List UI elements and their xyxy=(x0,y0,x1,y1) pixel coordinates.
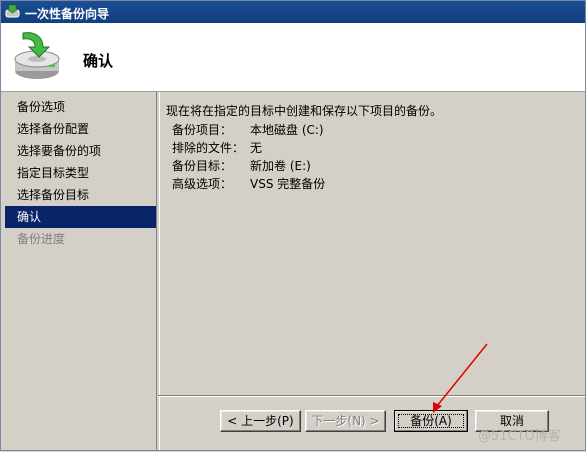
nav-step-progress: 备份进度 xyxy=(17,232,66,246)
window-title: 一次性备份向导 xyxy=(25,7,110,21)
summary-row: 备份项目： 本地磁盘 (C:) xyxy=(166,121,576,139)
footer-divider xyxy=(158,395,585,397)
intro-text: 现在将在指定的目标中创建和保存以下项目的备份。 xyxy=(166,104,443,118)
summary-key: 排除的文件： xyxy=(172,141,245,155)
summary-key: 备份项目： xyxy=(172,123,233,137)
summary-row: 高级选项： VSS 完整备份 xyxy=(166,175,576,193)
page-title: 确认 xyxy=(83,52,114,70)
summary-row: 排除的文件： 无 xyxy=(166,139,576,157)
summary-key: 备份目标： xyxy=(172,159,233,173)
nav-step-select-destination[interactable]: 选择备份目标 xyxy=(5,184,156,206)
nav-step-backup-options[interactable]: 备份选项 xyxy=(5,96,156,118)
wizard-window: 一次性备份向导 确认 备份选项 选择备份配置 选择要备份的项 指定目标类型 选择… xyxy=(0,0,586,451)
summary-key: 高级选项： xyxy=(172,177,233,191)
nav-step-destination-type[interactable]: 指定目标类型 xyxy=(5,162,156,184)
summary-row: 备份目标： 新加卷 (E:) xyxy=(166,157,576,175)
backup-app-icon xyxy=(5,4,20,18)
nav-step-select-items[interactable]: 选择要备份的项 xyxy=(5,140,156,162)
nav-step-backup-config[interactable]: 选择备份配置 xyxy=(5,118,156,140)
backup-disk-icon xyxy=(14,32,60,79)
wizard-header: 确认 xyxy=(1,23,585,92)
summary-value: 本地磁盘 (C:) xyxy=(250,123,324,137)
wizard-step-list: 备份选项 选择备份配置 选择要备份的项 指定目标类型 选择备份目标 确认 备份进… xyxy=(5,96,156,450)
summary-value: VSS 完整备份 xyxy=(250,177,326,191)
next-button: 下一步(N) > xyxy=(305,410,386,432)
nav-step-confirm[interactable]: 确认 xyxy=(5,206,156,228)
summary-value: 新加卷 (E:) xyxy=(250,159,311,173)
title-bar[interactable]: 一次性备份向导 xyxy=(1,1,585,23)
confirmation-panel: 现在将在指定的目标中创建和保存以下项目的备份。 备份项目： 本地磁盘 (C:) … xyxy=(166,101,576,193)
back-button[interactable]: < 上一步(P) xyxy=(220,410,301,432)
backup-button[interactable]: 备份(A) xyxy=(394,410,468,432)
summary-value: 无 xyxy=(250,141,263,155)
watermark: @51CTO博客 xyxy=(478,429,561,444)
